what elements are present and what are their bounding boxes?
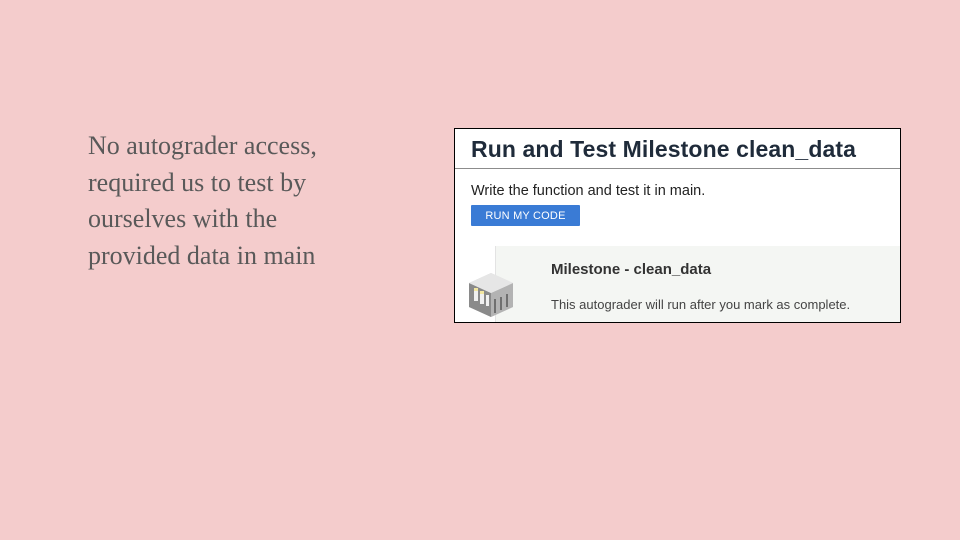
slide-text-line: ourselves with the [88, 204, 278, 233]
slide-text-line: No autograder access, [88, 131, 317, 160]
instructions-text: Write the function and test it in main. [471, 183, 706, 199]
milestone-description: This autograder will run after you mark … [551, 297, 851, 312]
run-my-code-button[interactable]: RUN MY CODE [471, 205, 580, 226]
milestone-title: Milestone - clean_data [551, 261, 712, 278]
title-divider [455, 168, 900, 169]
milestone-page-title: Run and Test Milestone clean_data [471, 136, 857, 162]
slide-body-text: No autograder access, required us to tes… [88, 128, 408, 274]
slide-text-line: provided data in main [88, 240, 316, 270]
autograder-machine-icon [469, 273, 513, 317]
embedded-screenshot: Run and Test Milestone clean_data Write … [454, 128, 901, 323]
slide-text-line: required us to test by [88, 167, 307, 197]
